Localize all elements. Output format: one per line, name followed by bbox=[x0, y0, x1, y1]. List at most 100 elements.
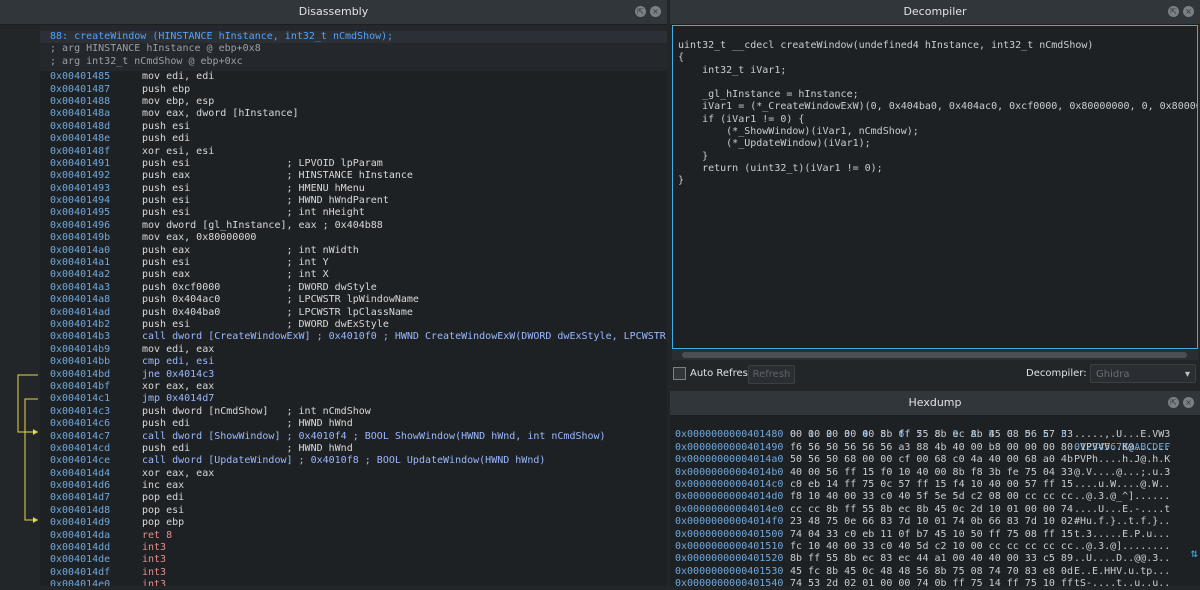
asm-line[interactable]: 0x004014d4 xor eax, eax bbox=[40, 468, 667, 480]
asm-address[interactable]: 0x004014c1 bbox=[50, 393, 142, 405]
asm-line[interactable]: 0x00401492 push eax ; HINSTANCE hInstance bbox=[40, 170, 667, 182]
asm-address[interactable]: 0x00401492 bbox=[50, 170, 142, 182]
asm-line[interactable]: 0x004014ce call dword [UpdateWindow] ; 0x… bbox=[40, 455, 667, 467]
asm-address[interactable]: 0x004014d4 bbox=[50, 468, 142, 480]
hex-row[interactable]: 0x00000000004014a0 50 56 50 68 00 00 cf 0… bbox=[670, 454, 1200, 466]
asm-line[interactable]: 0x004014d7 pop edi bbox=[40, 492, 667, 504]
hex-row[interactable]: 0x0000000000401520 8b ff 55 8b ec 83 ec 4… bbox=[670, 553, 1200, 565]
asm-address[interactable]: 0x004014a0 bbox=[50, 245, 142, 257]
asm-address[interactable]: 0x00401491 bbox=[50, 158, 142, 170]
asm-address[interactable]: 0x004014d6 bbox=[50, 480, 142, 492]
horizontal-scrollbar[interactable] bbox=[672, 350, 1198, 360]
hex-row[interactable]: 0x0000000000401540 74 53 2d 02 01 00 00 7… bbox=[670, 578, 1200, 586]
vertical-scrollbar[interactable]: ⇅ bbox=[1188, 416, 1200, 586]
asm-line[interactable]: 0x0040148a mov eax, dword [hInstance] bbox=[40, 108, 667, 120]
asm-line[interactable]: 0x004014c1 jmp 0x4014d7 bbox=[40, 393, 667, 405]
asm-line[interactable]: 0x0040148e push edi bbox=[40, 133, 667, 145]
close-icon[interactable]: × bbox=[1183, 6, 1194, 17]
sync-icon[interactable]: ⇅ bbox=[1191, 546, 1198, 560]
asm-line[interactable]: 0x004014b9 mov edi, eax bbox=[40, 344, 667, 356]
asm-line[interactable]: 0x004014a3 push 0xcf0000 ; DWORD dwStyle bbox=[40, 282, 667, 294]
asm-address[interactable]: 0x00401485 bbox=[50, 71, 142, 83]
asm-line[interactable]: 0x004014a2 push eax ; int X bbox=[40, 269, 667, 281]
asm-address[interactable]: 0x004014ad bbox=[50, 307, 142, 319]
asm-address[interactable]: 0x00401495 bbox=[50, 207, 142, 219]
asm-address[interactable]: 0x004014bf bbox=[50, 381, 142, 393]
asm-address[interactable]: 0x004014e0 bbox=[50, 579, 142, 586]
asm-line[interactable]: 0x004014a0 push eax ; int nWidth bbox=[40, 245, 667, 257]
asm-address[interactable]: 0x004014b2 bbox=[50, 319, 142, 331]
asm-line[interactable]: 0x004014c7 call dword [ShowWindow] ; 0x40… bbox=[40, 431, 667, 443]
asm-address[interactable]: 0x004014a2 bbox=[50, 269, 142, 281]
asm-address[interactable]: 0x00401496 bbox=[50, 220, 142, 232]
asm-address[interactable]: 0x004014ce bbox=[50, 455, 142, 467]
asm-line[interactable]: 0x00401494 push esi ; HWND hWndParent bbox=[40, 195, 667, 207]
asm-line[interactable]: 0x004014df int3 bbox=[40, 567, 667, 579]
asm-address[interactable]: 0x004014d8 bbox=[50, 505, 142, 517]
asm-line[interactable]: 0x004014dd int3 bbox=[40, 542, 667, 554]
hex-row[interactable]: 0x0000000000401530 45 fc 8b 45 0c 48 48 5… bbox=[670, 566, 1200, 578]
asm-address[interactable]: 0x0040149b bbox=[50, 232, 142, 244]
float-icon[interactable]: ⇱ bbox=[635, 6, 646, 17]
asm-address[interactable]: 0x00401493 bbox=[50, 183, 142, 195]
asm-address[interactable]: 0x004014b9 bbox=[50, 344, 142, 356]
asm-line[interactable]: 0x004014b3 call dword [CreateWindowExW] ;… bbox=[40, 331, 667, 343]
asm-address[interactable]: 0x00401488 bbox=[50, 96, 142, 108]
asm-address[interactable]: 0x004014dd bbox=[50, 542, 142, 554]
hex-row[interactable]: 0x00000000004014e0 cc cc 8b ff 55 8b ec 8… bbox=[670, 504, 1200, 516]
asm-address[interactable]: 0x004014bb bbox=[50, 356, 142, 368]
hex-row[interactable]: 0x0000000000401500 74 04 33 c0 eb 11 0f b… bbox=[670, 529, 1200, 541]
asm-line[interactable]: 0x004014bd jne 0x4014c3 bbox=[40, 369, 667, 381]
asm-address[interactable]: 0x004014a8 bbox=[50, 294, 142, 306]
asm-address[interactable]: 0x004014c3 bbox=[50, 406, 142, 418]
asm-line[interactable]: 0x00401487 push ebp bbox=[40, 84, 667, 96]
asm-line[interactable]: 0x00401488 mov ebp, esp bbox=[40, 96, 667, 108]
asm-address[interactable]: 0x004014c7 bbox=[50, 431, 142, 443]
hex-row[interactable]: 0x00000000004014d0 f8 10 40 00 33 c0 40 5… bbox=[670, 491, 1200, 503]
asm-line[interactable]: 0x004014d6 inc eax bbox=[40, 480, 667, 492]
close-icon[interactable]: × bbox=[650, 6, 661, 17]
float-icon[interactable]: ⇱ bbox=[1168, 397, 1179, 408]
asm-address[interactable]: 0x004014a3 bbox=[50, 282, 142, 294]
asm-line[interactable]: 0x00401495 push esi ; int nHeight bbox=[40, 207, 667, 219]
asm-line[interactable]: 0x004014c3 push dword [nCmdShow] ; int nC… bbox=[40, 406, 667, 418]
asm-line[interactable]: 0x0040148f xor esi, esi bbox=[40, 146, 667, 158]
asm-line[interactable]: 0x004014a8 push 0x404ac0 ; LPCWSTR lpWind… bbox=[40, 294, 667, 306]
hex-row[interactable]: 0x00000000004014b0 40 00 56 ff 15 f0 10 4… bbox=[670, 467, 1200, 479]
asm-line[interactable]: 0x004014a1 push esi ; int Y bbox=[40, 257, 667, 269]
asm-address[interactable]: 0x0040148a bbox=[50, 108, 142, 120]
asm-line[interactable]: 0x004014da ret 8 bbox=[40, 530, 667, 542]
asm-address[interactable]: 0x0040148d bbox=[50, 121, 142, 133]
asm-line[interactable]: 0x0040149b mov eax, 0x80000000 bbox=[40, 232, 667, 244]
asm-address[interactable]: 0x004014a1 bbox=[50, 257, 142, 269]
asm-line[interactable]: 0x00401491 push esi ; LPVOID lpParam bbox=[40, 158, 667, 170]
refresh-button[interactable]: Refresh bbox=[748, 365, 795, 384]
asm-address[interactable]: 0x00401494 bbox=[50, 195, 142, 207]
hex-row[interactable]: 0x0000000000401480 00 00 00 00 00 8b ff 5… bbox=[670, 429, 1200, 441]
asm-line[interactable]: 0x004014d8 pop esi bbox=[40, 505, 667, 517]
asm-address[interactable]: 0x004014d9 bbox=[50, 517, 142, 529]
asm-line[interactable]: 0x00401485 mov edi, edi bbox=[40, 71, 667, 83]
asm-address[interactable]: 0x004014cd bbox=[50, 443, 142, 455]
asm-line[interactable]: 0x00401496 mov dword [gl_hInstance], eax … bbox=[40, 220, 667, 232]
asm-line[interactable]: 0x004014b2 push esi ; DWORD dwExStyle bbox=[40, 319, 667, 331]
asm-address[interactable]: 0x004014da bbox=[50, 530, 142, 542]
asm-address[interactable]: 0x004014bd bbox=[50, 369, 142, 381]
asm-address[interactable]: 0x004014c6 bbox=[50, 418, 142, 430]
float-icon[interactable]: ⇱ bbox=[1168, 6, 1179, 17]
asm-line[interactable]: 0x0040148d push esi bbox=[40, 121, 667, 133]
asm-address[interactable]: 0x0040148e bbox=[50, 133, 142, 145]
decompiler-select[interactable]: Ghidra ▾ bbox=[1090, 364, 1196, 383]
asm-address[interactable]: 0x004014df bbox=[50, 567, 142, 579]
asm-address[interactable]: 0x004014d7 bbox=[50, 492, 142, 504]
asm-line[interactable]: 0x004014ad push 0x404ba0 ; LPCWSTR lpClas… bbox=[40, 307, 667, 319]
hex-row[interactable]: 0x00000000004014f0 23 48 75 0e 66 83 7d 1… bbox=[670, 516, 1200, 528]
asm-address[interactable]: 0x004014b3 bbox=[50, 331, 142, 343]
asm-line[interactable]: 0x004014e0 int3 bbox=[40, 579, 667, 586]
asm-address[interactable]: 0x00401487 bbox=[50, 84, 142, 96]
auto-refresh-checkbox[interactable] bbox=[673, 367, 686, 380]
asm-address[interactable]: 0x0040148f bbox=[50, 146, 142, 158]
asm-line[interactable]: 0x00401493 push esi ; HMENU hMenu bbox=[40, 183, 667, 195]
close-icon[interactable]: × bbox=[1183, 397, 1194, 408]
asm-line[interactable]: 0x004014bf xor eax, eax bbox=[40, 381, 667, 393]
